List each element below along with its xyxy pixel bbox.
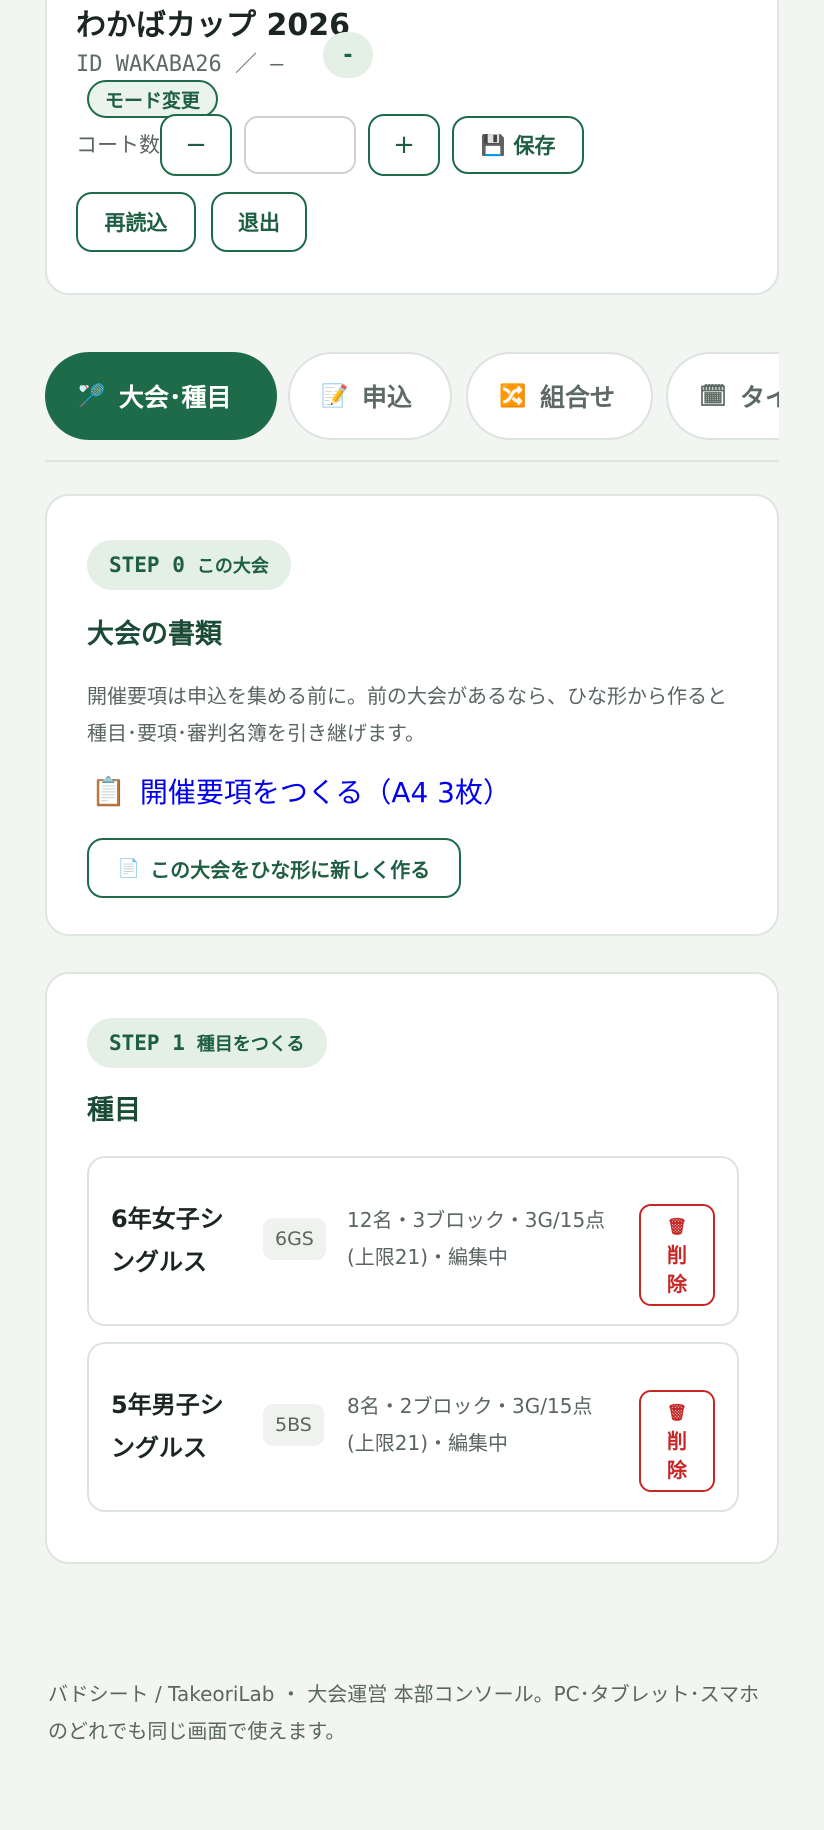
- event-name: 5年男子シングルス: [111, 1391, 224, 1462]
- tab-label: 大会･種目: [119, 383, 232, 412]
- tab-timetable[interactable]: 🗓 タイ: [666, 352, 779, 440]
- exit-button[interactable]: 退出: [211, 192, 307, 252]
- section-title: 種目: [87, 1095, 141, 1126]
- event-info: 12名・3ブロック・3G/15点(上限21)・編集中: [347, 1208, 606, 1269]
- documents-card: STEP 0 この大会 大会の書類 開催要項は申込を集める前に。前の大会があるな…: [45, 494, 779, 936]
- mode-change-button[interactable]: モード変更: [87, 80, 219, 118]
- tab-entries[interactable]: 📝 申込: [288, 352, 452, 440]
- section-title: 大会の書類: [87, 619, 222, 650]
- tab-label: 申込: [362, 383, 413, 412]
- step-pill: STEP 0 この大会: [87, 540, 291, 590]
- save-label: 保存: [513, 134, 556, 158]
- events-card: STEP 1 種目をつくる 種目 6年女子シングルス 6GS 12名・3ブロック…: [45, 972, 779, 1564]
- memo-icon: 📝: [321, 383, 349, 409]
- clipboard-icon: 📋: [91, 774, 126, 808]
- footer-text: バドシート / TakeoriLab ・ 大会運営 本部コンソール。PC･タブレ…: [48, 1682, 759, 1743]
- floppy-disk-icon: 💾: [480, 133, 506, 157]
- court-decrement-button[interactable]: −: [160, 114, 232, 176]
- guideline-doc-link[interactable]: 📋 開催要項をつくる（A4 3枚）: [91, 771, 511, 811]
- shuttlecock-icon: 🏸: [78, 383, 106, 409]
- reload-button[interactable]: 再読込: [76, 192, 196, 252]
- plus-label: +: [393, 130, 415, 160]
- delete-event-button[interactable]: 🗑 削除: [639, 1390, 715, 1492]
- court-count-label: コート数: [76, 133, 160, 157]
- tab-draw[interactable]: 🔀 組合せ: [466, 352, 653, 440]
- event-control-card: わかばカップ 2026 ID WAKABA26 ／ – - モード変更 コート数…: [45, 0, 779, 295]
- step-pill: STEP 1 種目をつくる: [87, 1018, 327, 1068]
- event-id: ID WAKABA26 ／ –: [76, 52, 284, 77]
- delete-event-button[interactable]: 🗑 削除: [639, 1204, 715, 1306]
- status-badge: -: [323, 32, 373, 78]
- delete-label: 削除: [667, 1242, 687, 1296]
- template-button-label: この大会をひな形に新しく作る: [150, 857, 431, 882]
- step-number: STEP 1: [109, 1031, 185, 1055]
- court-count-input[interactable]: [244, 116, 356, 174]
- doc-link-label: 開催要項をつくる（A4 3枚）: [139, 776, 511, 809]
- calendar-icon: 🗓: [699, 383, 727, 409]
- step-number: STEP 0: [109, 553, 185, 577]
- main-tabs: 🏸 大会･種目 📝 申込 🔀 組合せ 🗓 タイ: [45, 352, 779, 440]
- document-icon: 📄: [117, 857, 141, 879]
- tab-events[interactable]: 🏸 大会･種目: [45, 352, 277, 440]
- event-info: 8名・2ブロック・3G/15点(上限21)・編集中: [347, 1394, 593, 1455]
- tab-label: 組合せ: [540, 383, 616, 412]
- delete-label: 削除: [667, 1428, 687, 1482]
- event-row[interactable]: 6年女子シングルス 6GS 12名・3ブロック・3G/15点(上限21)・編集中…: [87, 1156, 739, 1326]
- event-title: わかばカップ 2026: [76, 8, 350, 43]
- step-subtitle: この大会: [196, 556, 269, 577]
- tab-label: タイ: [740, 383, 779, 412]
- save-button[interactable]: 💾 保存: [452, 116, 584, 174]
- exit-label: 退出: [238, 211, 280, 235]
- trash-icon: 🗑: [666, 1402, 688, 1422]
- event-code: 5BS: [263, 1404, 324, 1446]
- shuffle-icon: 🔀: [499, 383, 527, 409]
- trash-icon: 🗑: [666, 1216, 688, 1236]
- step-subtitle: 種目をつくる: [196, 1034, 305, 1055]
- create-from-template-button[interactable]: 📄 この大会をひな形に新しく作る: [87, 838, 461, 898]
- event-name: 6年女子シングルス: [111, 1205, 224, 1276]
- section-description: 開催要項は申込を集める前に。前の大会があるなら、ひな形から作ると種目･要項･審判…: [87, 684, 727, 745]
- tabs-divider: [45, 460, 779, 462]
- court-increment-button[interactable]: +: [368, 114, 440, 176]
- reload-label: 再読込: [104, 211, 168, 235]
- minus-label: −: [185, 130, 207, 160]
- event-row[interactable]: 5年男子シングルス 5BS 8名・2ブロック・3G/15点(上限21)・編集中 …: [87, 1342, 739, 1512]
- event-code: 6GS: [263, 1218, 326, 1260]
